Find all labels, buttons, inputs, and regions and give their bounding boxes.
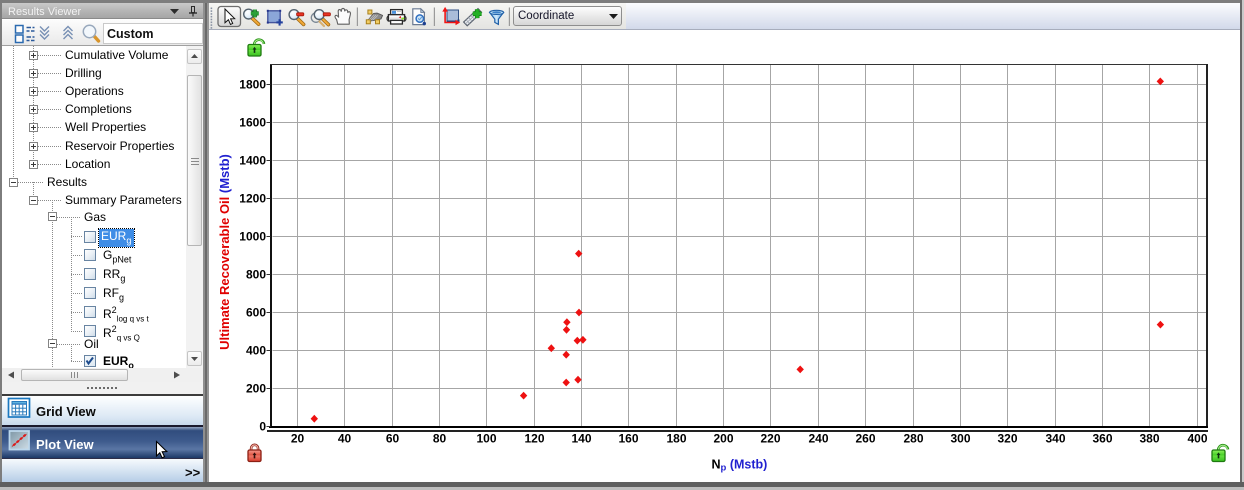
svg-text:160: 160 bbox=[618, 432, 638, 446]
svg-text:80: 80 bbox=[433, 432, 447, 446]
svg-text:600: 600 bbox=[246, 306, 266, 320]
svg-text:40: 40 bbox=[338, 432, 352, 446]
svg-text:180: 180 bbox=[666, 432, 686, 446]
svg-text:340: 340 bbox=[1045, 432, 1065, 446]
svg-text:1200: 1200 bbox=[239, 192, 266, 206]
svg-text:360: 360 bbox=[1092, 432, 1112, 446]
svg-text:220: 220 bbox=[760, 432, 780, 446]
svg-text:260: 260 bbox=[855, 432, 875, 446]
svg-text:280: 280 bbox=[903, 432, 923, 446]
svg-text:100: 100 bbox=[476, 432, 496, 446]
svg-text:Np (Mstb): Np (Mstb) bbox=[712, 457, 768, 473]
svg-text:400: 400 bbox=[1187, 432, 1207, 446]
svg-text:200: 200 bbox=[246, 382, 266, 396]
svg-text:300: 300 bbox=[950, 432, 970, 446]
svg-text:800: 800 bbox=[246, 268, 266, 282]
svg-text:60: 60 bbox=[386, 432, 400, 446]
svg-text:1800: 1800 bbox=[239, 78, 266, 92]
svg-text:20: 20 bbox=[291, 432, 305, 446]
svg-text:240: 240 bbox=[808, 432, 828, 446]
svg-text:Ultimate Recoverable Oil (Mstb: Ultimate Recoverable Oil (Mstb) bbox=[217, 154, 232, 350]
svg-text:140: 140 bbox=[571, 432, 591, 446]
svg-text:400: 400 bbox=[246, 344, 266, 358]
svg-text:0: 0 bbox=[259, 420, 266, 434]
svg-text:1400: 1400 bbox=[239, 154, 266, 168]
svg-text:120: 120 bbox=[524, 432, 544, 446]
svg-text:200: 200 bbox=[713, 432, 733, 446]
svg-text:320: 320 bbox=[997, 432, 1017, 446]
svg-text:380: 380 bbox=[1139, 432, 1159, 446]
svg-text:1000: 1000 bbox=[239, 230, 266, 244]
svg-text:1600: 1600 bbox=[239, 116, 266, 130]
